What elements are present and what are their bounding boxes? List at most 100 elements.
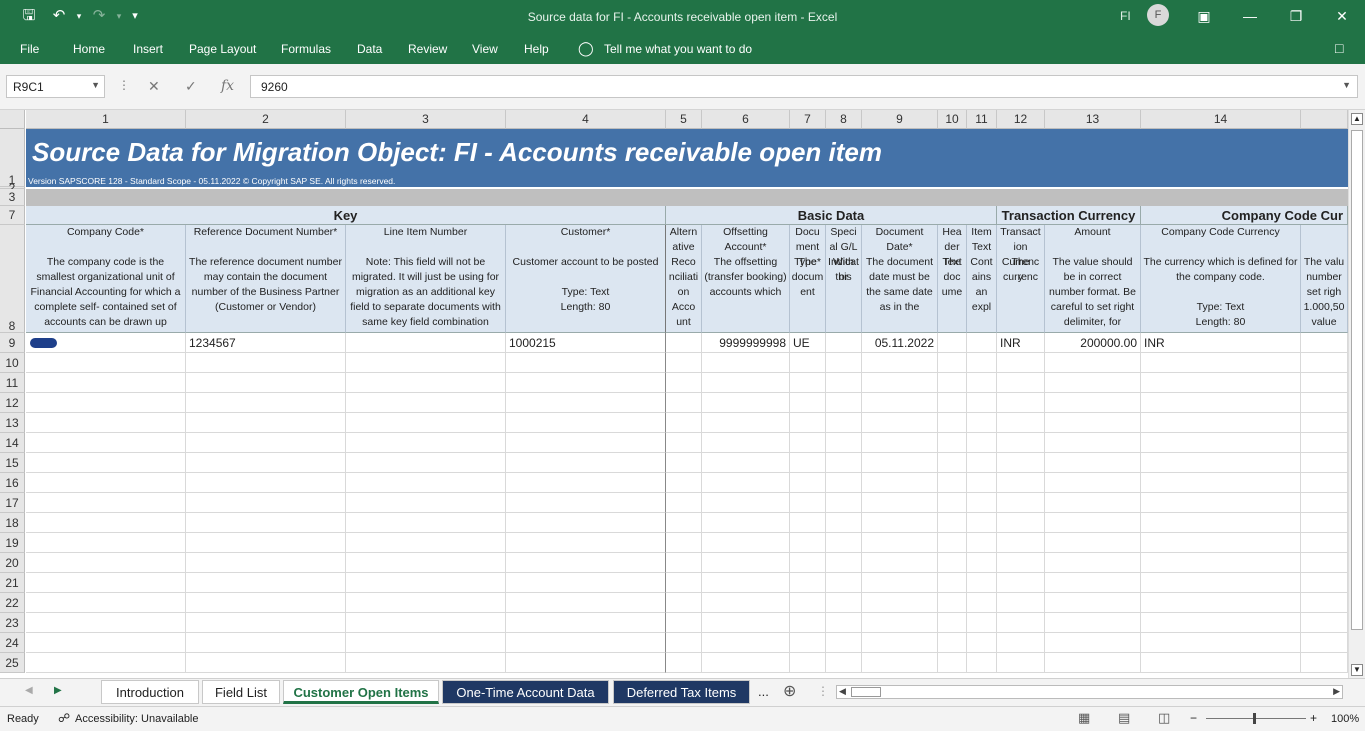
field-description-cell[interactable]: Altern ative Reco nciliati on Acco unt: [666, 225, 702, 333]
grid-cell[interactable]: [26, 453, 186, 473]
column-header[interactable]: 3: [346, 110, 506, 129]
grid-cell[interactable]: [702, 473, 790, 493]
prev-sheet-icon[interactable]: ◀: [25, 685, 33, 696]
data-cell[interactable]: INR: [1141, 333, 1301, 353]
grid-cell[interactable]: [186, 533, 346, 553]
grid-cell[interactable]: [666, 413, 702, 433]
grid-cell[interactable]: [346, 413, 506, 433]
field-description-cell[interactable]: Item Text Cont ains an expl: [967, 225, 997, 333]
grid-cell[interactable]: [666, 353, 702, 373]
grid-cell[interactable]: [666, 533, 702, 553]
grid-cell[interactable]: [346, 613, 506, 633]
grid-cell[interactable]: [826, 353, 862, 373]
tab-view[interactable]: View: [472, 42, 498, 56]
grid-cell[interactable]: [26, 633, 186, 653]
row-header[interactable]: 20: [0, 553, 25, 573]
group-key[interactable]: Key: [26, 206, 666, 225]
grid-cell[interactable]: [666, 433, 702, 453]
grid-cell[interactable]: [938, 573, 967, 593]
grid-cell[interactable]: [26, 593, 186, 613]
grid-cell[interactable]: [862, 473, 938, 493]
grid-cell[interactable]: [790, 413, 826, 433]
grid-cell[interactable]: [26, 613, 186, 633]
grid-cell[interactable]: [666, 473, 702, 493]
grid-cell[interactable]: [1301, 633, 1348, 653]
grid-cell[interactable]: [506, 573, 666, 593]
grid-cell[interactable]: [666, 373, 702, 393]
field-description-cell[interactable]: Line Item Number Note: This field will no…: [346, 225, 506, 333]
undo-icon[interactable]: ↶: [48, 6, 70, 26]
grid-cell[interactable]: [1045, 413, 1141, 433]
row-header[interactable]: 14: [0, 433, 25, 453]
grid-cell[interactable]: [346, 493, 506, 513]
grid-cell[interactable]: [702, 653, 790, 673]
grid-cell[interactable]: [967, 513, 997, 533]
grid-cell[interactable]: [26, 473, 186, 493]
group-company-code-currency[interactable]: Company Code Cur: [1141, 206, 1348, 225]
grid-cell[interactable]: [506, 613, 666, 633]
column-header[interactable]: 11: [967, 110, 997, 129]
group-transaction-currency[interactable]: Transaction Currency: [997, 206, 1141, 225]
grid-cell[interactable]: [1141, 473, 1301, 493]
row-header[interactable]: 10: [0, 353, 25, 373]
grid-cell[interactable]: [506, 633, 666, 653]
grid-cell[interactable]: [1141, 533, 1301, 553]
horizontal-scroll-thumb[interactable]: [851, 687, 881, 697]
page-layout-view-icon[interactable]: ▤: [1118, 710, 1130, 726]
grid-cell[interactable]: [1141, 513, 1301, 533]
grid-cell[interactable]: [26, 353, 186, 373]
grid-cell[interactable]: [1045, 493, 1141, 513]
tab-insert[interactable]: Insert: [133, 42, 163, 56]
grid-cell[interactable]: [1141, 653, 1301, 673]
grid-cell[interactable]: [1045, 453, 1141, 473]
grid-cell[interactable]: [1045, 373, 1141, 393]
grid-cell[interactable]: [967, 553, 997, 573]
column-header[interactable]: 6: [702, 110, 790, 129]
zoom-out-icon[interactable]: −: [1190, 711, 1197, 725]
new-sheet-icon[interactable]: ⊕: [783, 681, 796, 701]
restore-icon[interactable]: ❐: [1276, 4, 1316, 28]
accessibility-status[interactable]: Accessibility: Unavailable: [75, 713, 199, 725]
grid-cell[interactable]: [967, 533, 997, 553]
lightbulb-icon[interactable]: ◯: [578, 40, 594, 57]
grid-cell[interactable]: [862, 413, 938, 433]
grid-cell[interactable]: [506, 593, 666, 613]
grid-cell[interactable]: [790, 473, 826, 493]
grid-cell[interactable]: [186, 553, 346, 573]
row-header[interactable]: 16: [0, 473, 25, 493]
grid-cell[interactable]: [826, 413, 862, 433]
column-header[interactable]: 8: [826, 110, 862, 129]
grid-cell[interactable]: [506, 533, 666, 553]
field-description-cell[interactable]: Amount The value should be in correct num…: [1045, 225, 1141, 333]
scroll-thumb[interactable]: [1351, 130, 1363, 630]
grid-cell[interactable]: [862, 493, 938, 513]
grid-cell[interactable]: [967, 613, 997, 633]
grid-cell[interactable]: [997, 653, 1045, 673]
grid-cell[interactable]: [967, 593, 997, 613]
grid-cell[interactable]: [938, 653, 967, 673]
row-header[interactable]: 23: [0, 613, 25, 633]
row-header[interactable]: 19: [0, 533, 25, 553]
column-header[interactable]: 5: [666, 110, 702, 129]
field-description-cell[interactable]: Document Date* The document date must be …: [862, 225, 938, 333]
grid-cell[interactable]: [186, 353, 346, 373]
grid-cell[interactable]: [702, 533, 790, 553]
grid-cell[interactable]: [186, 473, 346, 493]
grid-cell[interactable]: [346, 553, 506, 573]
grid-cell[interactable]: [346, 573, 506, 593]
field-description-cell[interactable]: Customer* Customer account to be posted T…: [506, 225, 666, 333]
grid-cell[interactable]: [666, 513, 702, 533]
tab-data[interactable]: Data: [357, 42, 382, 56]
field-description-cell[interactable]: Docu ment Type* The docum ent: [790, 225, 826, 333]
grid-cell[interactable]: [666, 553, 702, 573]
sheet-tab-introduction[interactable]: Introduction: [101, 680, 199, 704]
vertical-scrollbar[interactable]: ▲ ▼: [1348, 110, 1365, 678]
grid-cell[interactable]: [666, 593, 702, 613]
group-basic-data[interactable]: Basic Data: [666, 206, 997, 225]
grid-cell[interactable]: [997, 433, 1045, 453]
grid-cell[interactable]: [506, 433, 666, 453]
grid-cell[interactable]: [506, 393, 666, 413]
grid-cell[interactable]: [186, 513, 346, 533]
grid-cell[interactable]: [826, 613, 862, 633]
select-all-corner[interactable]: [0, 110, 25, 129]
